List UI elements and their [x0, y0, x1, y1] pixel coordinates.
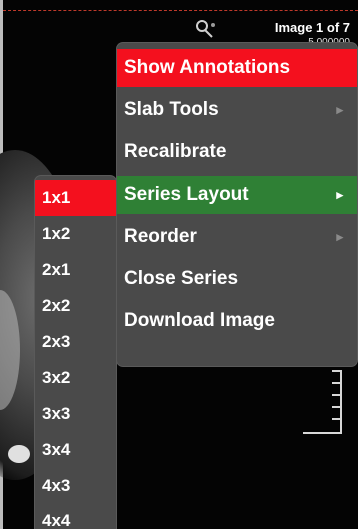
menu-item-label: Reorder: [124, 226, 197, 247]
layout-option[interactable]: 3x2: [35, 360, 116, 396]
menu-item-show-annotations[interactable]: Show Annotations: [117, 49, 357, 87]
layout-option[interactable]: 2x3: [35, 324, 116, 360]
menu-item-reorder[interactable]: Reorder ▸: [117, 218, 357, 256]
ruler-tick: [332, 406, 340, 408]
layout-option[interactable]: 1x1: [35, 180, 116, 216]
image-viewport[interactable]: Image 1 of 7 5.000000 Show Annotations S…: [0, 0, 358, 529]
context-menu: Show Annotations Slab Tools ▸ Recalibrat…: [117, 43, 357, 366]
layout-option[interactable]: 4x3: [35, 468, 116, 504]
menu-item-label: Close Series: [124, 268, 239, 289]
viewport-top-divider: [3, 10, 358, 11]
ruler-tick: [332, 370, 340, 372]
ruler-base: [303, 432, 341, 434]
pan-tool-icon[interactable]: [193, 17, 219, 43]
menu-item-slab-tools[interactable]: Slab Tools ▸: [117, 91, 357, 129]
layout-option[interactable]: 3x4: [35, 432, 116, 468]
submenu-arrow-icon: ▸: [336, 187, 343, 202]
ruler-tick: [332, 418, 340, 420]
menu-item-label: Series Layout: [124, 184, 249, 205]
menu-item-close-series[interactable]: Close Series: [117, 260, 357, 298]
layout-option[interactable]: 2x1: [35, 252, 116, 288]
menu-item-series-layout[interactable]: Series Layout ▸: [117, 176, 357, 214]
ruler-tick: [332, 382, 340, 384]
menu-item-label: Show Annotations: [124, 57, 291, 78]
measurement-ruler: [330, 370, 342, 434]
submenu-arrow-icon: ▸: [336, 102, 343, 117]
menu-item-recalibrate[interactable]: Recalibrate: [117, 133, 357, 171]
menu-item-label: Recalibrate: [124, 141, 227, 162]
scan-image-bright-spot: [8, 445, 30, 463]
ruler-tick: [332, 394, 340, 396]
layout-option[interactable]: 2x2: [35, 288, 116, 324]
series-layout-submenu: 1x1 1x2 2x1 2x2 2x3 3x2 3x3 3x4 4x3 4x4: [35, 176, 116, 529]
menu-item-label: Download Image: [124, 310, 275, 331]
menu-item-download-image[interactable]: Download Image: [117, 302, 357, 340]
layout-option[interactable]: 4x4: [35, 503, 116, 529]
layout-option[interactable]: 1x2: [35, 216, 116, 252]
image-counter: Image 1 of 7: [274, 20, 350, 35]
submenu-arrow-icon: ▸: [336, 229, 343, 244]
layout-option[interactable]: 3x3: [35, 396, 116, 432]
menu-item-label: Slab Tools: [124, 99, 219, 120]
